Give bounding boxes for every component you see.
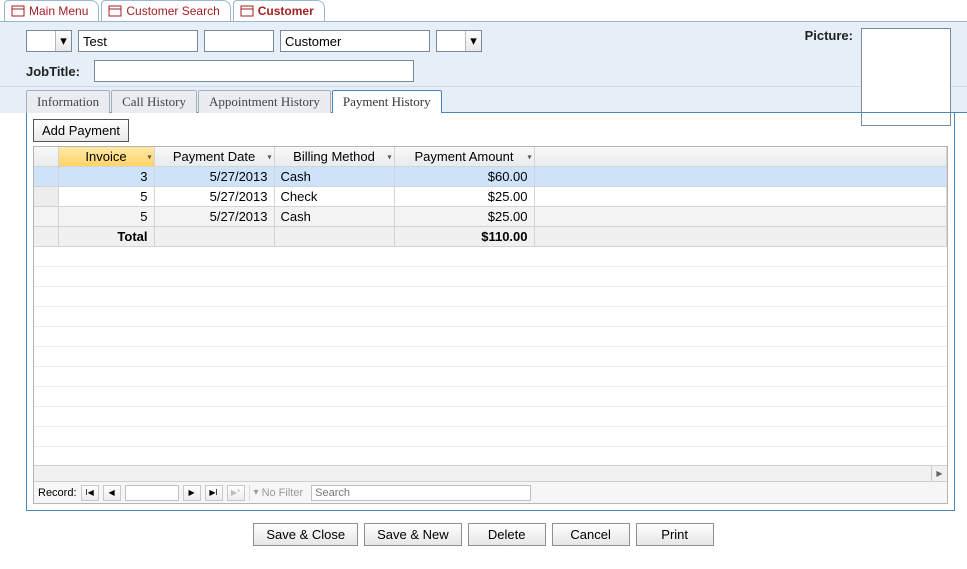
cell-method[interactable]: Check <box>274 187 394 207</box>
nav-new-button[interactable]: ▶* <box>227 485 245 501</box>
cancel-button[interactable]: Cancel <box>552 523 630 546</box>
cell-date[interactable]: 5/27/2013 <box>154 167 274 187</box>
cell-amount[interactable]: $60.00 <box>394 167 534 187</box>
dropdown-icon[interactable]: ▾ <box>465 31 481 51</box>
form-icon <box>11 4 25 18</box>
chevron-down-icon[interactable]: ▾ <box>267 152 271 161</box>
tab-information[interactable]: Information <box>26 90 110 113</box>
detail-tab-bar: Information Call History Appointment His… <box>26 87 955 113</box>
row-selector[interactable] <box>34 167 58 187</box>
nav-position-input[interactable] <box>125 485 179 501</box>
window-tab-label: Customer Search <box>126 4 219 18</box>
record-label: Record: <box>38 487 77 499</box>
window-tab-customer-search[interactable]: Customer Search <box>101 0 230 21</box>
row-selector[interactable] <box>34 207 58 227</box>
cell-date[interactable]: 5/27/2013 <box>154 187 274 207</box>
nav-last-button[interactable]: ▶I <box>205 485 223 501</box>
window-tab-customer[interactable]: Customer <box>233 0 325 21</box>
form-icon <box>108 4 122 18</box>
window-tab-label: Customer <box>258 4 314 18</box>
chevron-down-icon[interactable]: ▾ <box>147 152 151 161</box>
scroll-right-icon[interactable]: ▶ <box>931 466 947 481</box>
cell-amount[interactable]: $25.00 <box>394 207 534 227</box>
customer-form-header: ▾ ▾ JobTitle: Picture: <box>0 22 967 87</box>
delete-button[interactable]: Delete <box>468 523 546 546</box>
action-bar: Save & Close Save & New Delete Cancel Pr… <box>0 515 967 556</box>
cell-method[interactable]: Cash <box>274 207 394 227</box>
row-selector <box>34 227 58 247</box>
nav-next-button[interactable]: ▶ <box>183 485 201 501</box>
job-title-label: JobTitle: <box>26 64 80 79</box>
filter-indicator[interactable]: ▾ No Filter <box>249 485 308 501</box>
payment-history-panel: Add Payment Invoice▾ Payment Date▾ Billi… <box>26 113 955 511</box>
table-row[interactable]: 3 5/27/2013 Cash $60.00 <box>34 167 947 187</box>
title-combo[interactable]: ▾ <box>26 30 72 52</box>
window-tab-bar: Main Menu Customer Search Customer <box>0 0 967 22</box>
add-payment-button[interactable]: Add Payment <box>33 119 129 142</box>
tab-appointment-history[interactable]: Appointment History <box>198 90 331 113</box>
cell-invoice[interactable]: 5 <box>58 187 154 207</box>
chevron-down-icon[interactable]: ▾ <box>527 152 531 161</box>
col-billing-method[interactable]: Billing Method▾ <box>274 147 394 167</box>
grid-header-row: Invoice▾ Payment Date▾ Billing Method▾ P… <box>34 147 947 167</box>
select-all-cell[interactable] <box>34 147 58 167</box>
tab-payment-history[interactable]: Payment History <box>332 90 442 113</box>
save-close-button[interactable]: Save & Close <box>253 523 358 546</box>
col-spacer <box>534 147 947 167</box>
form-icon <box>240 4 254 18</box>
nav-search-input[interactable] <box>311 485 531 501</box>
record-navigator: Record: I◀ ◀ ▶ ▶I ▶* ▾ No Filter <box>34 481 947 503</box>
cell-invoice[interactable]: 5 <box>58 207 154 227</box>
suffix-combo[interactable]: ▾ <box>436 30 482 52</box>
chevron-down-icon[interactable]: ▾ <box>387 152 391 161</box>
table-row[interactable]: 5 5/27/2013 Check $25.00 <box>34 187 947 207</box>
col-invoice[interactable]: Invoice▾ <box>58 147 154 167</box>
first-name-field[interactable] <box>78 30 198 52</box>
cell-date[interactable]: 5/27/2013 <box>154 207 274 227</box>
total-label: Total <box>58 227 154 247</box>
cell-amount[interactable]: $25.00 <box>394 187 534 207</box>
payment-grid: Invoice▾ Payment Date▾ Billing Method▾ P… <box>33 146 948 504</box>
nav-first-button[interactable]: I◀ <box>81 485 99 501</box>
table-total-row: Total $110.00 <box>34 227 947 247</box>
cell-method[interactable]: Cash <box>274 167 394 187</box>
total-amount: $110.00 <box>394 227 534 247</box>
save-new-button[interactable]: Save & New <box>364 523 462 546</box>
job-title-field[interactable] <box>94 60 414 82</box>
print-button[interactable]: Print <box>636 523 714 546</box>
table-row[interactable]: 5 5/27/2013 Cash $25.00 <box>34 207 947 227</box>
title-input[interactable] <box>27 31 55 51</box>
horizontal-scrollbar[interactable]: ▶ <box>34 465 947 481</box>
tab-call-history[interactable]: Call History <box>111 90 197 113</box>
window-tab-label: Main Menu <box>29 4 88 18</box>
cell-invoice[interactable]: 3 <box>58 167 154 187</box>
suffix-input[interactable] <box>437 31 465 51</box>
grid-empty-area <box>34 247 947 465</box>
nav-prev-button[interactable]: ◀ <box>103 485 121 501</box>
col-payment-date[interactable]: Payment Date▾ <box>154 147 274 167</box>
middle-name-field[interactable] <box>204 30 274 52</box>
filter-label: No Filter <box>262 487 304 499</box>
row-selector[interactable] <box>34 187 58 207</box>
window-tab-main-menu[interactable]: Main Menu <box>4 0 99 21</box>
last-name-field[interactable] <box>280 30 430 52</box>
funnel-icon: ▾ <box>254 487 259 498</box>
dropdown-icon[interactable]: ▾ <box>55 31 71 51</box>
col-payment-amount[interactable]: Payment Amount▾ <box>394 147 534 167</box>
